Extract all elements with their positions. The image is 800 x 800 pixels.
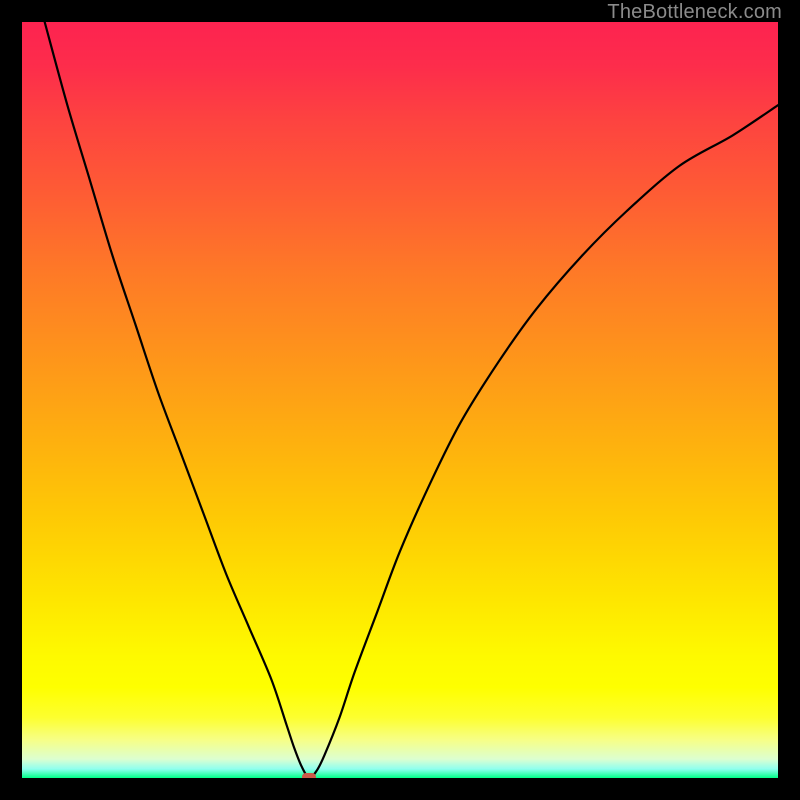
minimum-marker bbox=[302, 773, 316, 778]
bottleneck-curve bbox=[45, 22, 778, 778]
chart-frame: TheBottleneck.com bbox=[0, 0, 800, 800]
plot-area bbox=[22, 22, 778, 778]
attribution-text: TheBottleneck.com bbox=[607, 1, 782, 24]
curve-layer bbox=[22, 22, 778, 778]
